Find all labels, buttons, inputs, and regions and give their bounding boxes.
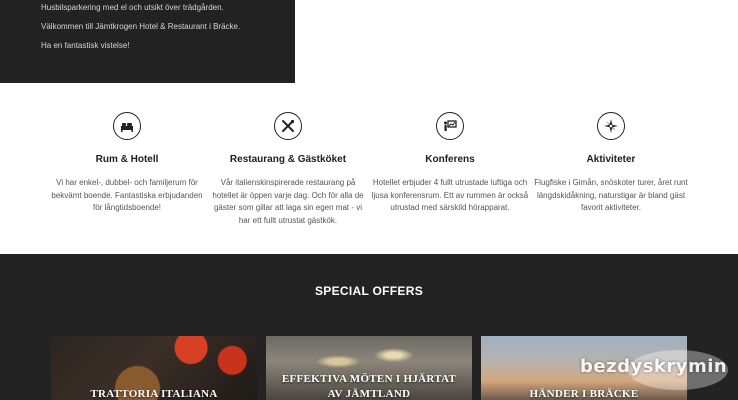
feature-title: Rum & Hotell — [95, 154, 159, 165]
watermark-text: bezdyskrymin — [580, 356, 728, 377]
intro-line-greeting: Ha en fantastisk vistelse! — [41, 41, 130, 50]
offer-card-label: HÄNDER I BRÄCKE — [529, 388, 639, 400]
feature-title: Konferens — [425, 154, 475, 165]
feature-title: Aktiviteter — [586, 154, 636, 165]
special-offers-heading: SPECIAL OFFERS — [315, 284, 423, 298]
features-section: Rum & Hotell Vi har enkel-, dubbel- och … — [0, 83, 738, 254]
page: Husbilsparkering med el och utsikt över … — [0, 0, 738, 400]
offer-card-trattoria[interactable]: TRATTORIA ITALIANA — [51, 336, 257, 400]
offer-card-label: EFFEKTIVA MÖTEN I HJÄRTAT AV JÄMTLAND — [281, 373, 457, 400]
intro-line-parking: Husbilsparkering med el och utsikt över … — [41, 3, 224, 12]
presentation-icon — [436, 112, 464, 140]
bed-icon — [113, 112, 141, 140]
special-offers-section: SPECIAL OFFERS TRATTORIA ITALIANA EFFEKT… — [0, 254, 738, 400]
intro-line-welcome: Välkommen till Jämtkrogen Hotel & Restau… — [41, 22, 241, 31]
cutlery-icon — [274, 112, 302, 140]
offer-card-label: TRATTORIA ITALIANA — [90, 388, 218, 400]
feature-description: Vår italienskinspirerade restaurang på h… — [212, 178, 364, 225]
feature-description: Hotellet erbjuder 4 fullt utrustade luft… — [371, 178, 529, 212]
intro-panel: Husbilsparkering med el och utsikt över … — [0, 0, 295, 83]
offer-card-meetings[interactable]: EFFEKTIVA MÖTEN I HJÄRTAT AV JÄMTLAND — [266, 336, 472, 400]
feature-description: Flugfiske i Gimån, snöskoter turer, året… — [534, 178, 688, 212]
feature-title: Restaurang & Gästköket — [229, 154, 347, 165]
compass-icon — [597, 112, 625, 140]
feature-description: Vi har enkel-, dubbel- och familjerum fö… — [51, 178, 203, 212]
